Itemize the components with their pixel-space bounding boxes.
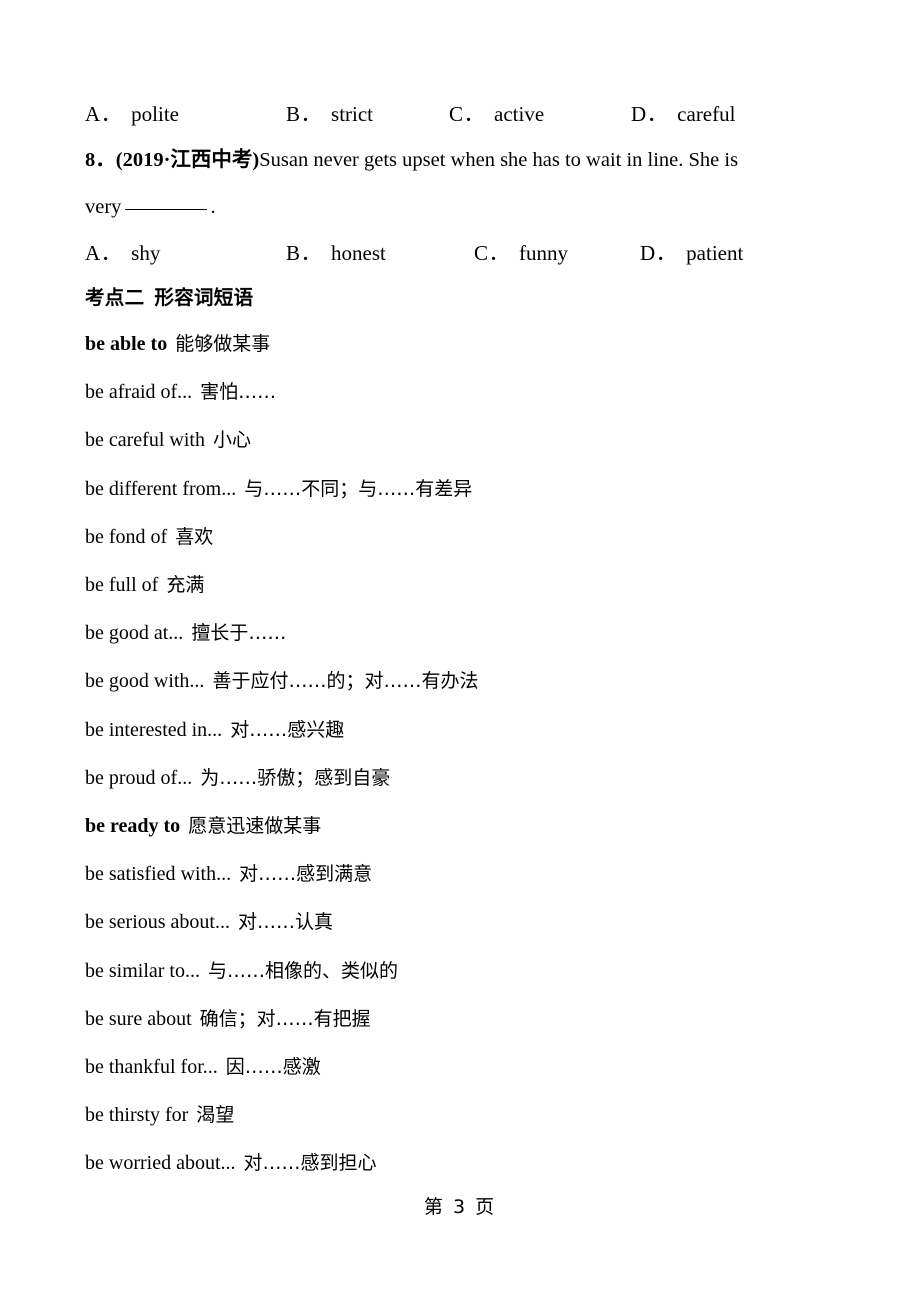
section-heading-kaodian: 考点二	[85, 286, 145, 309]
phrase-chinese: 能够做某事	[175, 333, 271, 355]
phrase-chinese: 愿意迅速做某事	[188, 815, 322, 838]
phrase-item: be satisfied with... 对……感到满意	[85, 850, 865, 898]
question-8-option-b-label: B．	[286, 241, 323, 265]
answer-blank[interactable]	[125, 209, 208, 210]
question-8-option-c-label: C．	[474, 241, 511, 265]
phrase-chinese: 确信；对……有把握	[199, 1007, 371, 1030]
phrase-english: be serious about...	[85, 911, 230, 934]
question-8-option-c[interactable]: C． funny	[474, 231, 568, 276]
question-8-source: (2019·江西中考)	[115, 149, 260, 171]
question-8-option-d[interactable]: D． patient	[640, 231, 743, 276]
phrase-chinese: 与……相像的、类似的	[207, 959, 398, 982]
phrase-item: be serious about... 对……认真	[85, 898, 865, 946]
option-c[interactable]: C． active	[449, 92, 544, 137]
phrase-item: be interested in... 对……感兴趣	[85, 706, 865, 754]
question-8-number: 8．	[85, 149, 116, 171]
page-number-label: 第 3 页	[423, 1196, 497, 1218]
phrase-item: be sure about 确信；对……有把握	[85, 995, 865, 1043]
phrase-item: be good with... 善于应付……的；对……有办法	[85, 657, 865, 705]
phrase-english: be careful with	[85, 429, 205, 452]
phrase-english: be good with...	[85, 670, 205, 693]
question-8-stem-period: .	[210, 196, 216, 218]
phrase-item: be different from... 与……不同；与……有差异	[85, 465, 865, 513]
page-content: A． polite B． strict C． active D． careful 8．(…	[85, 0, 865, 1188]
phrase-chinese: 渴望	[196, 1104, 235, 1127]
phrase-english: be good at...	[85, 622, 184, 645]
option-a-text: polite	[131, 102, 179, 126]
phrase-chinese: 与……不同；与……有差异	[244, 477, 473, 500]
phrase-chinese: 喜欢	[175, 525, 214, 548]
question-8-option-b[interactable]: B． honest	[286, 231, 386, 276]
option-d-label: D．	[631, 102, 669, 126]
option-c-text: active	[494, 102, 545, 126]
phrase-english: be interested in...	[85, 718, 223, 741]
option-a-label: A．	[85, 102, 123, 126]
phrase-english: be thirsty for	[85, 1104, 189, 1127]
phrase-english: be satisfied with...	[85, 863, 232, 886]
option-b-text: strict	[331, 102, 374, 126]
phrase-item: be worried about... 对……感到担心	[85, 1139, 865, 1187]
question-8-stem-line-1: 8．(2019·江西中考)Susan never gets upset when…	[85, 137, 865, 184]
phrase-chinese: 因……感激	[225, 1056, 321, 1079]
page-footer: 第 3 页	[0, 1192, 920, 1219]
phrase-chinese: 对……感到担心	[243, 1152, 377, 1175]
question-8-option-a-label: A．	[85, 241, 123, 265]
phrase-chinese: 善于应付……的；对……有办法	[212, 670, 479, 693]
phrase-item: be afraid of... 害怕……	[85, 368, 865, 416]
phrase-chinese: 害怕……	[200, 381, 277, 404]
question-8-stem-line-2: very.	[85, 184, 865, 231]
phrase-item: be proud of... 为……骄傲；感到自豪	[85, 754, 865, 802]
option-d-text: careful	[677, 102, 736, 126]
phrase-list: be able to 能够做某事 be afraid of... 害怕…… be car…	[85, 320, 865, 1188]
phrase-english: be able to	[85, 333, 168, 355]
question-8-option-a[interactable]: A． shy	[85, 231, 160, 276]
question-8-stem-very: very	[85, 196, 122, 218]
phrase-chinese: 擅长于……	[191, 622, 287, 645]
question-8-option-a-text: shy	[131, 241, 161, 265]
question-8-options-row: A． shy B． honest C． funny D． patient	[85, 231, 865, 276]
phrase-item: be thankful for... 因……感激	[85, 1043, 865, 1091]
phrase-item: be fond of 喜欢	[85, 513, 865, 561]
phrase-chinese: 充满	[166, 574, 205, 597]
phrase-item: be similar to... 与……相像的、类似的	[85, 947, 865, 995]
phrase-item: be full of 充满	[85, 561, 865, 609]
phrase-english: be fond of	[85, 525, 168, 548]
phrase-english: be afraid of...	[85, 381, 193, 404]
option-b[interactable]: B． strict	[286, 92, 373, 137]
document-page: A． polite B． strict C． active D． careful 8．(…	[0, 0, 920, 1302]
phrase-english: be thankful for...	[85, 1056, 218, 1079]
question-8-option-c-text: funny	[519, 241, 569, 265]
phrase-english: be worried about...	[85, 1152, 236, 1175]
question-7-options-row: A． polite B． strict C． active D． careful	[85, 92, 865, 137]
question-8-stem-text: Susan never gets upset when she has to w…	[259, 149, 739, 171]
section-heading: 考点二 形容词短语	[85, 276, 865, 320]
phrase-chinese: 为……骄傲；感到自豪	[200, 766, 391, 789]
phrase-item: be thirsty for 渴望	[85, 1091, 865, 1139]
section-heading-title: 形容词短语	[154, 286, 254, 309]
phrase-item: be careful with 小心	[85, 416, 865, 464]
option-b-label: B．	[286, 102, 323, 126]
question-8-option-b-text: honest	[331, 241, 386, 265]
question-8-option-d-text: patient	[686, 241, 744, 265]
phrase-item: be able to 能够做某事	[85, 320, 865, 368]
phrase-chinese: 对……认真	[237, 911, 333, 934]
question-8-option-d-label: D．	[640, 241, 678, 265]
phrase-english: be ready to	[85, 815, 181, 838]
option-a[interactable]: A． polite	[85, 92, 179, 137]
option-c-label: C．	[449, 102, 486, 126]
phrase-chinese: 对……感兴趣	[230, 718, 345, 741]
phrase-english: be similar to...	[85, 959, 200, 982]
phrase-chinese: 对……感到满意	[239, 863, 373, 886]
phrase-english: be full of	[85, 574, 159, 597]
phrase-item: be ready to 愿意迅速做某事	[85, 802, 865, 850]
phrase-chinese: 小心	[212, 429, 251, 452]
phrase-english: be sure about	[85, 1007, 192, 1030]
phrase-item: be good at... 擅长于……	[85, 609, 865, 657]
option-d[interactable]: D． careful	[631, 92, 735, 137]
phrase-english: be different from...	[85, 477, 237, 500]
phrase-english: be proud of...	[85, 766, 193, 789]
